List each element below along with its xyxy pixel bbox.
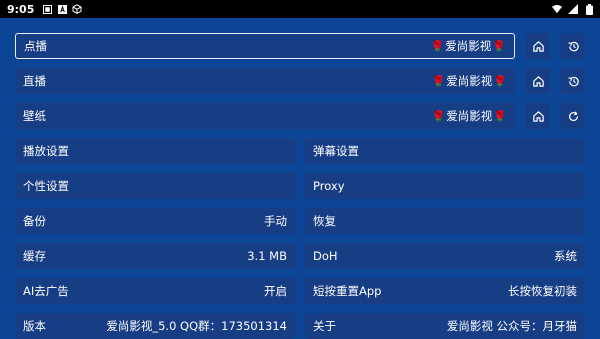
setting-value: 爱尚影视_5.0 QQ群：173501314 xyxy=(106,319,287,333)
site-row-label: 壁纸 xyxy=(23,109,46,123)
home-icon xyxy=(532,40,544,52)
home-button[interactable] xyxy=(526,103,550,129)
home-button[interactable] xyxy=(526,33,550,59)
status-bar: 9:05 xyxy=(0,0,600,18)
history-button[interactable] xyxy=(561,68,585,94)
setting-label: 版本 xyxy=(23,319,46,333)
status-time: 9:05 xyxy=(7,2,35,16)
status-left: 9:05 xyxy=(7,3,82,16)
setting-label: Proxy xyxy=(313,179,345,193)
setting-about[interactable]: 关于 爱尚影视 公众号：月牙猫 xyxy=(305,313,585,339)
setting-doh[interactable]: DoH 系统 xyxy=(305,243,585,269)
status-right xyxy=(552,3,594,15)
site-row-wallpaper[interactable]: 壁纸 🌹 爱尚影视 🌹 xyxy=(15,103,515,129)
setting-label: AI去广告 xyxy=(23,284,69,298)
site-badge: 🌹 爱尚影视 🌹 xyxy=(432,108,507,124)
history-icon xyxy=(567,76,579,86)
site-name: 爱尚影视 xyxy=(446,74,493,88)
setting-value: 系统 xyxy=(554,249,577,263)
rose-icon: 🌹 xyxy=(493,74,507,88)
setting-danmaku[interactable]: 弹幕设置 xyxy=(305,138,585,164)
wifi-icon xyxy=(552,4,562,14)
setting-label: 短按重置App xyxy=(313,284,382,298)
rose-icon: 🌹 xyxy=(431,109,446,123)
home-icon xyxy=(532,110,544,122)
history-button[interactable] xyxy=(561,33,585,59)
history-icon xyxy=(567,41,579,51)
home-button[interactable] xyxy=(526,68,550,94)
cube-icon xyxy=(72,4,82,14)
setting-label: 缓存 xyxy=(23,249,46,263)
setting-value: 开启 xyxy=(264,284,287,298)
signal-icon xyxy=(568,4,578,14)
setting-value: 爱尚影视 公众号：月牙猫 xyxy=(446,319,577,333)
site-badge: 🌹 爱尚影视 🌹 xyxy=(432,73,507,89)
setting-personal[interactable]: 个性设置 xyxy=(15,173,295,199)
rose-icon: 🌹 xyxy=(493,109,507,123)
setting-ai-ads[interactable]: AI去广告 开启 xyxy=(15,278,295,304)
site-row-label: 直播 xyxy=(23,74,46,88)
refresh-icon xyxy=(568,110,578,121)
rose-icon: 🌹 xyxy=(431,74,446,88)
setting-label: DoH xyxy=(313,249,338,263)
setting-value: 手动 xyxy=(264,214,287,228)
refresh-button[interactable] xyxy=(561,103,585,129)
notification-icon xyxy=(42,4,52,14)
setting-version[interactable]: 版本 爱尚影视_5.0 QQ群：173501314 xyxy=(15,313,295,339)
setting-backup[interactable]: 备份 手动 xyxy=(15,208,295,234)
setting-restore[interactable]: 恢复 xyxy=(305,208,585,234)
setting-short-press-reset[interactable]: 短按重置App 长按恢复初装 xyxy=(305,278,585,304)
rose-icon: 🌹 xyxy=(492,39,506,53)
setting-label: 播放设置 xyxy=(23,144,69,158)
setting-proxy[interactable]: Proxy xyxy=(305,173,585,199)
setting-label: 个性设置 xyxy=(23,179,69,193)
text-notification-icon xyxy=(57,4,67,14)
setting-label: 关于 xyxy=(313,319,336,333)
rose-icon: 🌹 xyxy=(430,39,445,53)
setting-label: 弹幕设置 xyxy=(313,144,359,158)
setting-value: 长按恢复初装 xyxy=(508,284,577,298)
setting-cache[interactable]: 缓存 3.1 MB xyxy=(15,243,295,269)
home-icon xyxy=(532,75,544,87)
site-row-label: 点播 xyxy=(24,39,47,53)
site-row-live[interactable]: 直播 🌹 爱尚影视 🌹 xyxy=(15,68,515,94)
setting-label: 备份 xyxy=(23,214,46,228)
setting-playback[interactable]: 播放设置 xyxy=(15,138,295,164)
site-name: 爱尚影视 xyxy=(445,39,492,53)
site-name: 爱尚影视 xyxy=(446,109,493,123)
battery-icon xyxy=(584,3,594,15)
setting-label: 恢复 xyxy=(313,214,336,228)
site-row-vod[interactable]: 点播 🌹 爱尚影视 🌹 xyxy=(15,33,515,59)
site-badge: 🌹 爱尚影视 🌹 xyxy=(431,38,506,54)
setting-value: 3.1 MB xyxy=(247,249,287,263)
